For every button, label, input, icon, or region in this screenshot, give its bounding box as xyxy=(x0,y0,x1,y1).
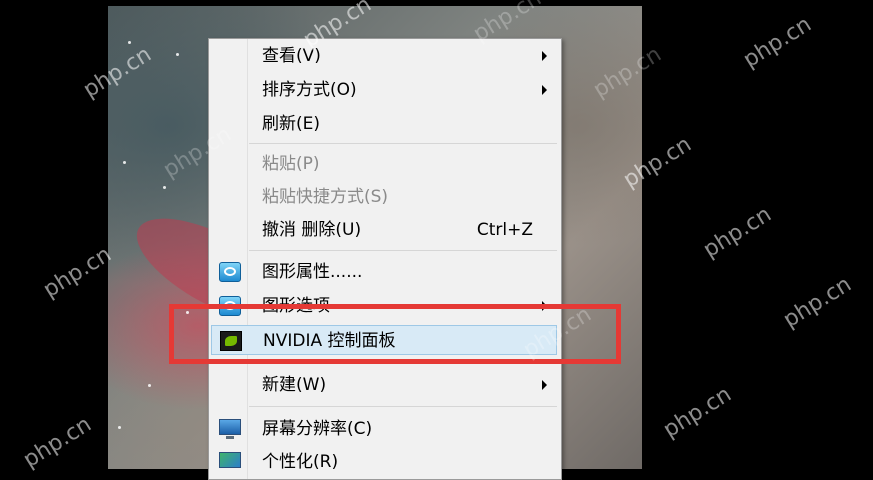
watermark: php.cn xyxy=(19,412,96,473)
menu-item-sort-by[interactable]: 排序方式(O) xyxy=(211,75,557,105)
desktop-context-menu: 查看(V) 排序方式(O) 刷新(E) 粘贴(P) 粘贴快捷方式(S) 撤消 删… xyxy=(208,38,562,480)
wallpaper-sparkle xyxy=(118,426,121,429)
watermark: php.cn xyxy=(699,202,776,263)
menu-item-screen-resolution[interactable]: 屏幕分辨率(C) xyxy=(211,414,557,444)
watermark: php.cn xyxy=(779,272,856,333)
watermark: php.cn xyxy=(659,382,736,443)
menu-item-new[interactable]: 新建(W) xyxy=(211,370,557,400)
menu-item-paste-shortcut[interactable]: 粘贴快捷方式(S) xyxy=(211,182,557,212)
submenu-arrow-icon xyxy=(542,85,547,95)
menu-separator xyxy=(249,143,557,144)
wallpaper-sparkle xyxy=(148,384,151,387)
menu-item-label: 新建(W) xyxy=(262,375,327,395)
personalize-icon xyxy=(219,452,241,468)
menu-item-label: 屏幕分辨率(C) xyxy=(262,419,373,439)
intel-graphics-icon xyxy=(219,262,241,282)
menu-item-personalize[interactable]: 个性化(R) xyxy=(211,447,557,477)
menu-item-label: 排序方式(O) xyxy=(262,80,357,100)
menu-item-label: 粘贴(P) xyxy=(262,154,320,174)
menu-item-graphics-properties[interactable]: 图形属性...... xyxy=(211,257,557,287)
monitor-icon xyxy=(219,419,241,439)
menu-item-paste[interactable]: 粘贴(P) xyxy=(211,149,557,179)
menu-item-label: 撤消 删除(U) xyxy=(262,220,362,240)
menu-item-shortcut: Ctrl+Z xyxy=(476,220,533,240)
watermark: php.cn xyxy=(39,242,116,303)
menu-separator xyxy=(249,406,557,407)
submenu-arrow-icon xyxy=(542,51,547,61)
menu-item-undo-delete[interactable]: 撤消 删除(U) Ctrl+Z xyxy=(211,215,557,245)
menu-item-label: 图形属性...... xyxy=(262,262,363,282)
menu-item-refresh[interactable]: 刷新(E) xyxy=(211,109,557,139)
wallpaper-sparkle xyxy=(163,186,166,189)
menu-item-label: 粘贴快捷方式(S) xyxy=(262,187,389,207)
wallpaper-sparkle xyxy=(128,41,131,44)
menu-item-label: 个性化(R) xyxy=(262,452,339,472)
wallpaper-sparkle xyxy=(123,161,126,164)
wallpaper-sparkle xyxy=(176,53,179,56)
menu-item-label: 刷新(E) xyxy=(262,114,321,134)
menu-separator xyxy=(249,250,557,251)
submenu-arrow-icon xyxy=(542,380,547,390)
watermark: php.cn xyxy=(739,12,816,73)
menu-item-view[interactable]: 查看(V) xyxy=(211,41,557,71)
